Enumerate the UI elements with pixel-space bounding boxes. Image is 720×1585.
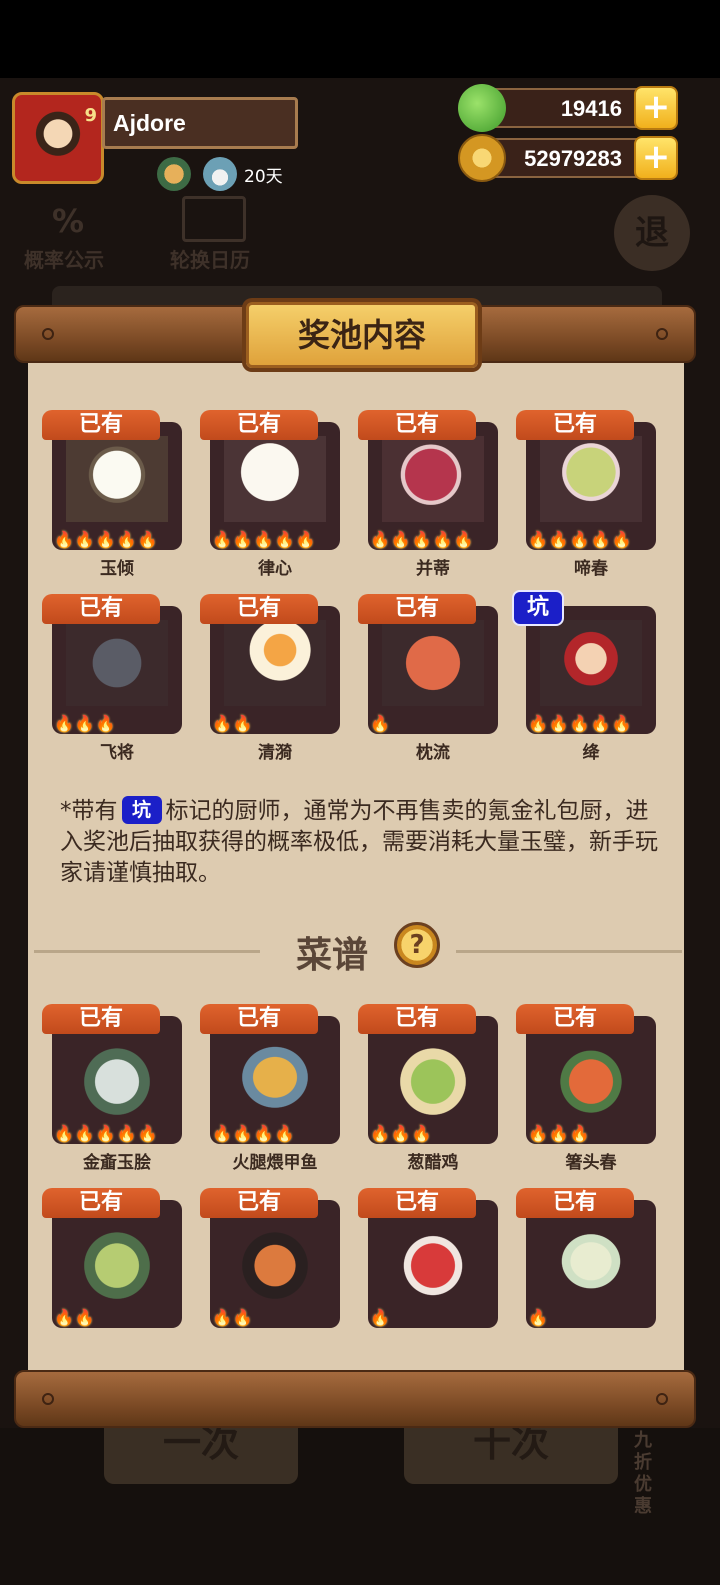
rarity-flames: 🔥🔥 — [212, 1308, 254, 1327]
recipe-name: 金齑玉脍 — [83, 1153, 151, 1173]
chef-portrait — [66, 436, 168, 522]
owned-tag: 已有 — [42, 1004, 160, 1034]
nail-icon — [42, 328, 54, 340]
keng-note: *带有坑标记的厨师，通常为不再售卖的氪金礼包厨，进入奖池后抽取获得的概率极低，需… — [60, 796, 660, 889]
chef-portrait — [224, 436, 326, 522]
nail-icon — [656, 328, 668, 340]
recipe-portrait — [540, 1030, 642, 1116]
chef-name: 绛 — [582, 743, 600, 763]
avatar-badge: 9 — [84, 105, 97, 126]
jade-amount: 19416 — [560, 96, 622, 121]
exit-button: 退 — [614, 195, 690, 271]
player-avatar[interactable]: 9 — [12, 92, 104, 184]
owned-tag: 已有 — [200, 410, 318, 440]
chef-portrait — [540, 436, 642, 522]
rarity-flames: 🔥🔥🔥🔥🔥 — [54, 530, 159, 549]
owned-tag: 已有 — [358, 1004, 476, 1034]
recipe-portrait — [66, 1030, 168, 1116]
rarity-flames: 🔥🔥🔥🔥🔥 — [370, 530, 475, 549]
bowl-status-icon[interactable] — [203, 157, 237, 191]
discount-label: 九折优惠 — [634, 1430, 652, 1517]
rarity-flames: 🔥 — [370, 714, 391, 733]
chef-name: 玉倾 — [100, 559, 134, 579]
recipe-portrait — [382, 1030, 484, 1116]
add-jade-button[interactable]: + — [634, 86, 678, 130]
keng-badge: 坑 — [512, 590, 564, 626]
recipe-portrait — [382, 1214, 484, 1300]
rarity-flames: 🔥🔥🔥 — [370, 1124, 433, 1143]
chef-name: 枕流 — [416, 743, 450, 763]
chef-portrait — [66, 620, 168, 706]
chef-name: 律心 — [258, 559, 292, 579]
owned-tag: 已有 — [358, 410, 476, 440]
note-prefix: *带有 — [60, 798, 118, 824]
rarity-flames: 🔥🔥🔥🔥🔥 — [528, 714, 633, 733]
percent-icon: % — [51, 202, 85, 240]
recipe-portrait — [224, 1214, 326, 1300]
chef-status-icon[interactable] — [157, 157, 191, 191]
nail-icon — [42, 1393, 54, 1405]
scroll-rod-bottom[interactable] — [14, 1370, 696, 1428]
rarity-flames: 🔥🔥🔥 — [528, 1124, 591, 1143]
owned-tag: 已有 — [516, 1188, 634, 1218]
calendar-button: 轮换日历 — [170, 248, 250, 272]
divider-right — [456, 950, 682, 953]
calendar-icon — [182, 196, 246, 242]
rarity-flames: 🔥 — [528, 1308, 549, 1327]
rarity-flames: 🔥 — [370, 1308, 391, 1327]
chef-portrait — [382, 436, 484, 522]
rarity-flames: 🔥🔥🔥🔥🔥 — [528, 530, 633, 549]
recipe-portrait — [224, 1030, 326, 1116]
rarity-flames: 🔥🔥 — [212, 714, 254, 733]
chef-name: 并蒂 — [416, 559, 450, 579]
panel-title: 奖池内容 — [246, 302, 478, 368]
recipe-name: 火腿煨甲鱼 — [232, 1153, 318, 1173]
chef-name: 清漪 — [258, 743, 292, 763]
owned-tag: 已有 — [358, 1188, 476, 1218]
gold-currency-bar: 52979283 + — [458, 134, 678, 182]
chef-portrait — [540, 620, 642, 706]
recipe-name: 葱醋鸡 — [407, 1153, 459, 1173]
recipe-portrait — [540, 1214, 642, 1300]
chef-name: 啼春 — [574, 559, 608, 579]
owned-tag: 已有 — [516, 1004, 634, 1034]
rarity-flames: 🔥🔥🔥 — [54, 714, 117, 733]
player-name: Ajdore — [102, 97, 298, 149]
recipes-title: 菜谱 — [296, 935, 369, 976]
recipe-portrait — [66, 1214, 168, 1300]
owned-tag: 已有 — [200, 1004, 318, 1034]
jade-icon — [458, 84, 506, 132]
rarity-flames: 🔥🔥🔥🔥🔥 — [54, 1124, 159, 1143]
chef-name: 飞将 — [100, 743, 134, 763]
owned-tag: 已有 — [42, 410, 160, 440]
gold-coin-icon — [458, 134, 506, 182]
jade-currency-bar: 19416 + — [458, 84, 678, 132]
rarity-flames: 🔥🔥🔥🔥🔥 — [212, 530, 317, 549]
help-icon[interactable]: ? — [394, 922, 440, 968]
days-count: 20天 — [244, 167, 283, 187]
gold-amount: 52979283 — [524, 146, 622, 171]
divider-left — [34, 950, 260, 953]
owned-tag: 已有 — [42, 1188, 160, 1218]
add-gold-button[interactable]: + — [634, 136, 678, 180]
owned-tag: 已有 — [42, 594, 160, 624]
rarity-flames: 🔥🔥🔥🔥 — [212, 1124, 296, 1143]
status-bar — [0, 0, 720, 78]
nail-icon — [656, 1393, 668, 1405]
keng-mini-badge: 坑 — [121, 796, 162, 824]
rarity-flames: 🔥🔥 — [54, 1308, 96, 1327]
probability-button: 概率公示 — [24, 248, 104, 272]
owned-tag: 已有 — [516, 410, 634, 440]
chef-portrait — [382, 620, 484, 706]
recipe-name: 箸头春 — [565, 1153, 617, 1173]
owned-tag: 已有 — [200, 1188, 318, 1218]
owned-tag: 已有 — [200, 594, 318, 624]
chef-portrait — [224, 620, 326, 706]
owned-tag: 已有 — [358, 594, 476, 624]
